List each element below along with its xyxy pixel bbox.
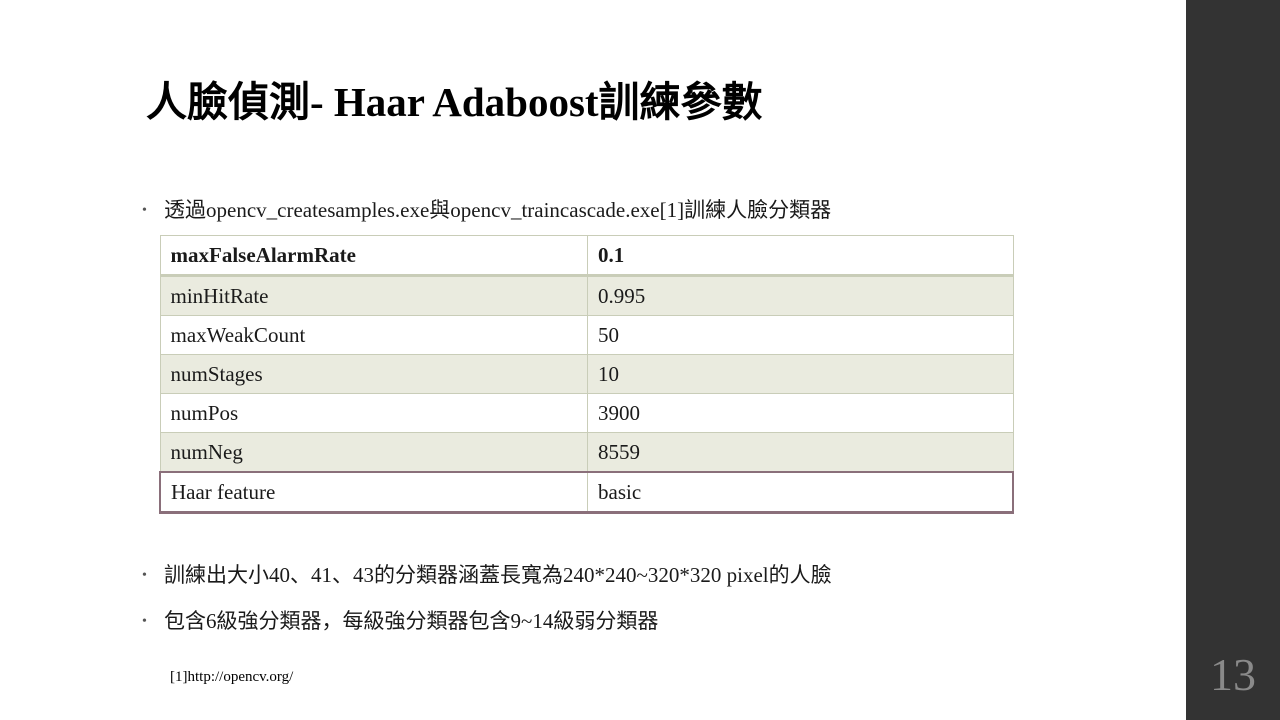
table-row: Haar feature basic [159, 471, 1014, 514]
table-cell-param: maxFalseAlarmRate [159, 235, 588, 277]
bullet-dot-icon: • [142, 568, 147, 583]
table-cell-value: 8559 [587, 432, 1014, 473]
table-cell-param: numStages [159, 354, 588, 394]
table-cell-value: 10 [587, 354, 1014, 394]
table-cell-value: 0.995 [587, 275, 1014, 316]
bullet-text: 包含6級強分類器，每級強分類器包含9~14級弱分類器 [164, 609, 659, 633]
table-row: numNeg 8559 [159, 432, 1014, 473]
table-row: maxFalseAlarmRate 0.1 [159, 235, 1014, 277]
table-cell-value: basic [587, 471, 1014, 514]
bullet-item: • 包含6級強分類器，每級強分類器包含9~14級弱分類器 [142, 607, 658, 636]
bullet-item: • 訓練出大小40、41、43的分類器涵蓋長寬為240*240~320*320 p… [142, 561, 832, 590]
table-cell-param: numNeg [159, 432, 588, 473]
table-row: numStages 10 [159, 354, 1014, 394]
slide-title: 人臉偵測- Haar Adaboost訓練參數 [146, 79, 763, 125]
sidebar-panel [1186, 0, 1280, 720]
table-cell-param: minHitRate [159, 275, 588, 316]
table-cell-value: 3900 [587, 393, 1014, 433]
parameter-table: maxFalseAlarmRate 0.1 minHitRate 0.995 m… [159, 235, 1014, 514]
bullet-text: 透過opencv_createsamples.exe與opencv_trainc… [164, 198, 832, 222]
table-row: maxWeakCount 50 [159, 315, 1014, 355]
table-cell-param: maxWeakCount [159, 315, 588, 355]
bullet-item: • 透過opencv_createsamples.exe與opencv_train… [142, 196, 831, 225]
bullet-dot-icon: • [142, 614, 147, 629]
table-cell-value: 50 [587, 315, 1014, 355]
table-cell-param: numPos [159, 393, 588, 433]
slide: 人臉偵測- Haar Adaboost訓練參數 • 透過opencv_create… [0, 0, 1280, 720]
table-cell-value: 0.1 [587, 235, 1014, 277]
table-cell-param: Haar feature [159, 471, 588, 514]
bullet-text: 訓練出大小40、41、43的分類器涵蓋長寬為240*240~320*320 pi… [164, 563, 832, 587]
page-number: 13 [1210, 649, 1256, 700]
bullet-dot-icon: • [142, 203, 147, 218]
footnote-reference: [1]http://opencv.org/ [170, 669, 294, 685]
table-row: minHitRate 0.995 [159, 275, 1014, 316]
table-row: numPos 3900 [159, 393, 1014, 433]
